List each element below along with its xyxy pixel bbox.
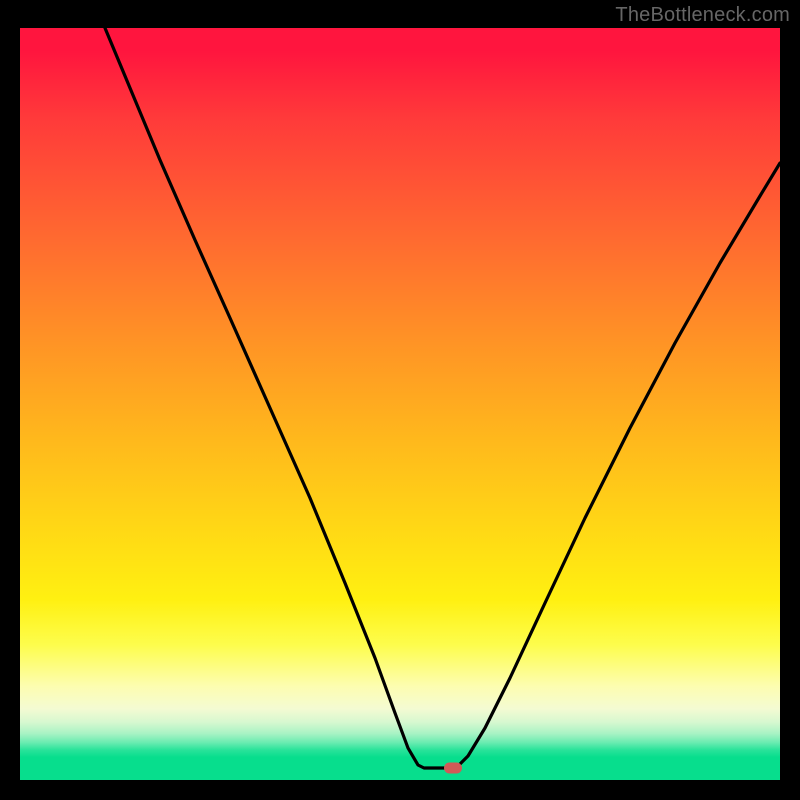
- chart-frame: TheBottleneck.com: [0, 0, 800, 800]
- minimum-marker: [444, 763, 462, 774]
- curve-svg: [20, 28, 780, 780]
- plot-area: [20, 28, 780, 780]
- bottleneck-curve: [105, 28, 780, 768]
- watermark-text: TheBottleneck.com: [615, 4, 790, 27]
